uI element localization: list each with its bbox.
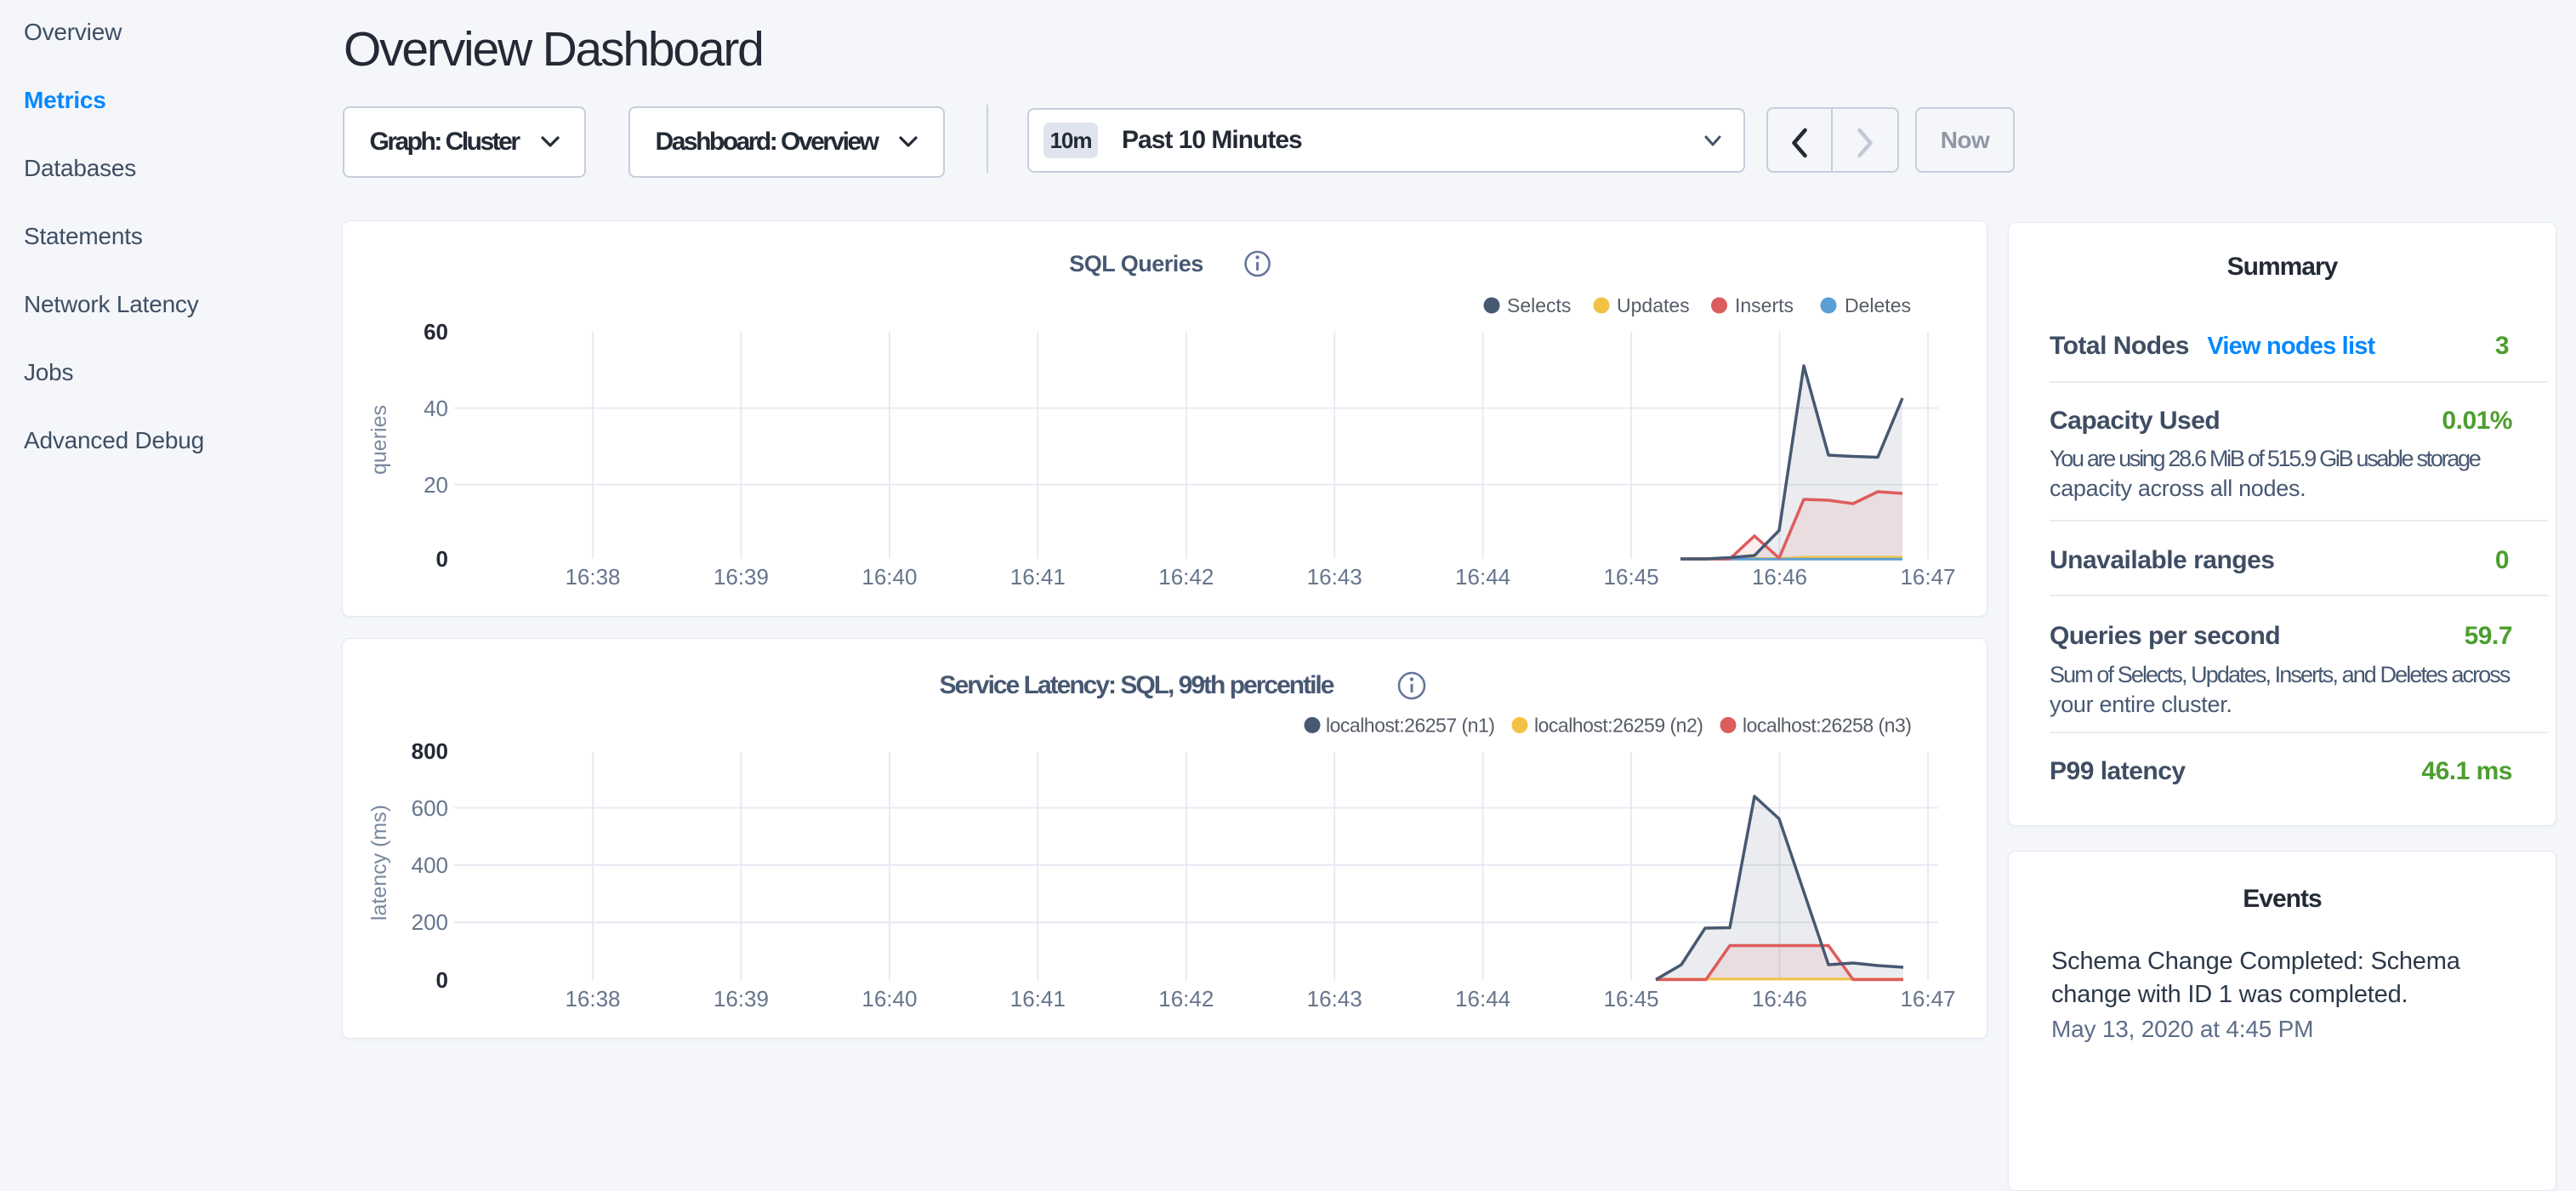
svg-text:Inserts: Inserts — [1735, 294, 1794, 316]
svg-text:SQL Queries: SQL Queries — [1069, 251, 1203, 276]
svg-text:60: 60 — [424, 319, 448, 345]
svg-text:600: 600 — [412, 795, 448, 821]
svg-text:16:45: 16:45 — [1604, 564, 1659, 590]
svg-text:16:42: 16:42 — [1158, 564, 1214, 590]
svg-text:0: 0 — [436, 967, 448, 993]
svg-text:16:44: 16:44 — [1455, 564, 1510, 590]
svg-text:Service Latency: SQL, 99th per: Service Latency: SQL, 99th percentile — [940, 671, 1334, 699]
svg-text:40: 40 — [424, 396, 448, 421]
svg-text:queries: queries — [367, 405, 391, 475]
svg-text:16:45: 16:45 — [1604, 986, 1659, 1011]
svg-text:0: 0 — [436, 546, 448, 572]
svg-text:localhost:26258 (n3): localhost:26258 (n3) — [1743, 714, 1911, 736]
svg-text:localhost:26259 (n2): localhost:26259 (n2) — [1534, 714, 1703, 736]
svg-text:16:43: 16:43 — [1307, 564, 1362, 590]
svg-text:Deletes: Deletes — [1845, 294, 1911, 316]
svg-text:20: 20 — [424, 472, 448, 498]
svg-text:Updates: Updates — [1617, 294, 1690, 316]
svg-text:16:40: 16:40 — [862, 986, 917, 1011]
svg-text:16:38: 16:38 — [565, 986, 620, 1011]
svg-text:16:46: 16:46 — [1752, 986, 1807, 1011]
svg-text:16:40: 16:40 — [862, 564, 917, 590]
svg-text:16:44: 16:44 — [1455, 986, 1510, 1011]
svg-text:16:43: 16:43 — [1307, 986, 1362, 1011]
svg-text:Selects: Selects — [1507, 294, 1571, 316]
svg-text:localhost:26257 (n1): localhost:26257 (n1) — [1326, 714, 1494, 736]
svg-text:16:47: 16:47 — [1900, 564, 1955, 590]
svg-text:800: 800 — [412, 738, 448, 764]
svg-text:latency (ms): latency (ms) — [367, 805, 391, 920]
svg-text:200: 200 — [412, 909, 448, 935]
svg-text:16:41: 16:41 — [1010, 986, 1066, 1011]
svg-text:16:38: 16:38 — [565, 564, 620, 590]
svg-text:16:41: 16:41 — [1010, 564, 1066, 590]
svg-text:16:46: 16:46 — [1752, 564, 1807, 590]
svg-text:16:39: 16:39 — [714, 986, 769, 1011]
svg-text:16:42: 16:42 — [1158, 986, 1214, 1011]
svg-text:16:47: 16:47 — [1900, 986, 1955, 1011]
svg-text:400: 400 — [412, 852, 448, 878]
svg-text:16:39: 16:39 — [714, 564, 769, 590]
